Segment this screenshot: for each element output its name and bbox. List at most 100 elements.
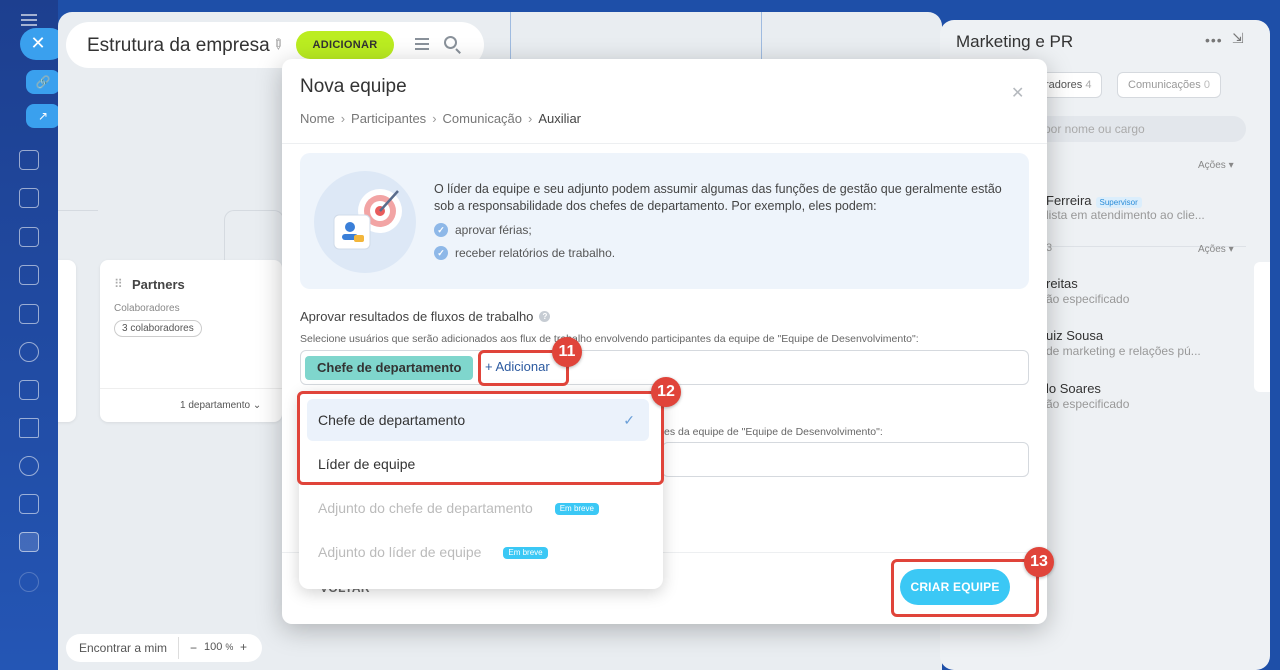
chevron-right-icon: › — [528, 111, 533, 126]
supervisor-badge: Supervisor — [1095, 197, 1142, 208]
mail-icon[interactable] — [19, 304, 39, 324]
breadcrumb: Nome › Participantes › Comunicação › Aux… — [300, 111, 581, 126]
zoom-level: 100 % — [204, 641, 233, 653]
connector-line — [224, 210, 284, 260]
dialog-title: Nova equipe — [300, 76, 407, 97]
connector-line — [58, 210, 98, 211]
actions-dropdown[interactable]: Ações ▾ — [1198, 160, 1234, 171]
cart-icon[interactable] — [19, 494, 39, 514]
department-card[interactable] — [58, 260, 76, 422]
page-title: Estrutura da empresa — [87, 35, 270, 56]
employee-name-text: Ferreira — [1046, 193, 1092, 208]
card-title: Partners — [132, 277, 185, 292]
actions-label: Ações — [1198, 160, 1226, 171]
search-icon[interactable] — [444, 36, 457, 49]
employee-role: de marketing e relações pú... — [1046, 344, 1201, 358]
adjacent-panel-edge — [1254, 262, 1270, 392]
tab-communications[interactable]: Comunicações 0 — [1117, 72, 1221, 98]
highlight-create-button — [891, 559, 1039, 617]
option-label: Adjunto do chefe de departamento — [318, 500, 533, 516]
breadcrumb-step-name[interactable]: Nome — [300, 111, 335, 126]
actions-dropdown[interactable]: Ações ▾ — [1198, 244, 1234, 255]
coming-soon-badge: Em breve — [503, 547, 548, 559]
tab-count: 4 — [1085, 79, 1092, 91]
section-description: es da equipe de "Equipe de Desenvolvimen… — [664, 426, 883, 438]
zoom-in-button[interactable]: + — [240, 640, 247, 654]
check-circle-icon: ✓ — [434, 223, 448, 237]
step-badge-11: 11 — [552, 337, 582, 367]
help-icon[interactable]: ? — [539, 311, 551, 322]
option-label: Adjunto do líder de equipe — [318, 544, 482, 560]
info-box: O líder da equipe e seu adjunto podem as… — [300, 153, 1029, 289]
caret-down-icon: ▾ — [1228, 244, 1234, 255]
link-icon[interactable]: 🔗 — [26, 70, 60, 94]
check-circle-icon: ✓ — [434, 246, 448, 260]
collapse-icon[interactable]: ⇲ — [1232, 30, 1244, 47]
department-card-partners[interactable]: ⠿ Partners Colaboradores 3 colaboradores… — [100, 260, 282, 422]
card-icon[interactable] — [19, 265, 39, 285]
pin-icon[interactable]: ✎ — [268, 34, 288, 54]
breadcrumb-step-participants[interactable]: Participantes — [351, 111, 426, 126]
structure-icon[interactable] — [19, 532, 39, 552]
actions-label: Ações — [1198, 244, 1226, 255]
add-button[interactable]: ADICIONAR — [296, 31, 394, 59]
coming-soon-badge: Em breve — [554, 503, 599, 515]
panel-title: Marketing e PR — [956, 32, 1074, 51]
card-divider — [100, 388, 282, 389]
hamburger-menu-icon[interactable] — [21, 14, 37, 26]
header-divider — [282, 143, 1047, 144]
info-list-text: aprovar férias; — [455, 223, 532, 237]
employee-name[interactable]: reitas — [1046, 276, 1078, 291]
more-options-icon[interactable]: ••• — [1205, 32, 1223, 48]
second-selector-field[interactable] — [662, 442, 1029, 477]
tasks-icon[interactable] — [19, 380, 39, 400]
departments-count[interactable]: 1 departamento ⌄ — [180, 400, 261, 411]
departments-count-label: 1 departamento — [180, 400, 251, 411]
employee-role: lista em atendimento ao clie... — [1046, 208, 1205, 222]
close-icon[interactable]: ✕ — [1011, 83, 1024, 103]
info-text: O líder da equipe e seu adjunto podem as… — [434, 182, 1002, 213]
search-placeholder: por nome ou cargo — [1044, 122, 1145, 136]
target-illustration-icon — [314, 171, 416, 273]
chevron-right-icon: › — [432, 111, 437, 126]
chevron-down-icon: ⌄ — [252, 400, 262, 411]
dropdown-option-deputy-department-head: Adjunto do chefe de departamento Em brev… — [307, 487, 649, 529]
zoom-value: 100 — [204, 641, 223, 653]
employee-name[interactable]: Ferreira Supervisor — [1046, 193, 1142, 208]
step-badge-13: 13 — [1024, 547, 1054, 577]
employee-name[interactable]: uiz Sousa — [1046, 328, 1103, 343]
left-rail — [0, 0, 58, 670]
section-description: Selecione usuários que serão adicionados… — [300, 333, 919, 345]
breadcrumb-step-communication[interactable]: Comunicação — [443, 111, 523, 126]
contacts-icon[interactable] — [19, 342, 39, 362]
caret-down-icon: ▾ — [1228, 160, 1234, 171]
filter-icon[interactable] — [19, 418, 39, 438]
section-title-text: Aprovar resultados de fluxos de trabalho — [300, 309, 534, 324]
chevron-right-icon: › — [340, 111, 346, 126]
employee-role: ão especificado — [1046, 397, 1130, 411]
zoom-out-button[interactable]: − — [190, 641, 197, 655]
open-new-window-icon[interactable]: ↗ — [26, 104, 60, 128]
info-list-text: receber relatórios de trabalho. — [455, 246, 616, 260]
employee-role: ão especificado — [1046, 292, 1130, 306]
zoom-unit: % — [225, 642, 234, 652]
employees-chip[interactable]: 3 colaboradores — [114, 320, 202, 337]
breadcrumb-step-auxiliary[interactable]: Auxiliar — [538, 111, 581, 126]
calendar-icon[interactable] — [19, 188, 39, 208]
info-list-item: ✓ aprovar férias; — [434, 223, 532, 237]
employee-name[interactable]: lo Soares — [1046, 381, 1101, 396]
selected-tag[interactable]: Chefe de departamento — [305, 356, 474, 380]
find-me-button[interactable]: Encontrar a mim — [79, 641, 167, 655]
chat-icon[interactable] — [19, 150, 39, 170]
document-icon[interactable] — [19, 227, 39, 247]
step-badge-12: 12 — [651, 377, 681, 407]
drag-handle-icon[interactable]: ⠿ — [114, 277, 123, 291]
tab-count: 0 — [1203, 79, 1210, 91]
approve-workflows-section-title: Aprovar resultados de fluxos de trabalho… — [300, 309, 551, 324]
info-list-item: ✓ receber relatórios de trabalho. — [434, 246, 615, 260]
divider — [178, 637, 179, 659]
list-menu-icon[interactable] — [415, 38, 429, 50]
target-icon[interactable] — [19, 456, 39, 476]
settings-icon[interactable] — [19, 572, 39, 592]
tab-label: radores — [1045, 79, 1083, 91]
